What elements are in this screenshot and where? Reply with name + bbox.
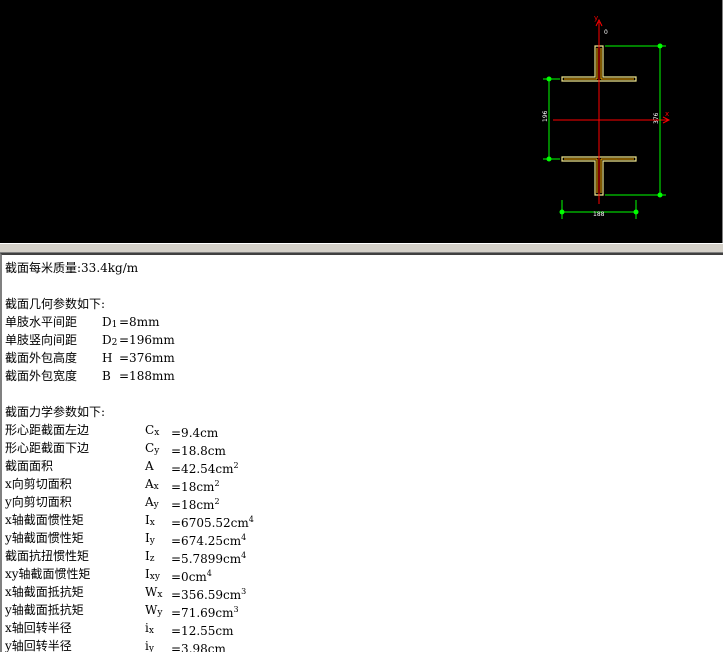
param-value: =196mm <box>119 333 175 347</box>
unit-exponent: 2 <box>233 461 239 470</box>
drawing-canvas[interactable]: y x 0 196 376 188 <box>0 0 723 243</box>
param-name: x轴截面抵抗矩 <box>5 585 84 599</box>
symbol-letter: B <box>102 369 111 383</box>
results-text-pane[interactable]: 截面每米质量:33.4kg/m 截面几何参数如下: 单肢水平间距 D1 =8mm 单肢… <box>0 253 723 652</box>
unit-exponent: 4 <box>248 515 254 524</box>
symbol-subscript: z <box>149 554 155 564</box>
unit-exponent: 4 <box>206 569 212 578</box>
mass-line: 截面每米质量:33.4kg/m <box>5 261 139 275</box>
dimension-lines <box>543 45 666 219</box>
symbol-subscript: y <box>157 608 163 618</box>
symbol-subscript: 2 <box>111 338 118 348</box>
param-name: 形心距截面左边 <box>5 423 90 437</box>
symbol-subscript: y <box>154 446 160 456</box>
param-name: 截面外包宽度 <box>5 369 78 383</box>
symbol-letter: C <box>145 423 155 437</box>
value-text: =674.25cm <box>171 534 242 548</box>
symbol-subscript: xy <box>149 572 160 582</box>
unit-exponent: 4 <box>241 551 247 560</box>
unit-exponent: 4 <box>241 533 247 542</box>
symbol-subscript: x <box>149 518 155 528</box>
symbol-letter: W <box>145 603 158 617</box>
value-text: =18.8cm <box>171 444 226 458</box>
section-drawing: y x 0 196 376 188 <box>542 14 671 219</box>
value-text: =18cm <box>171 498 215 512</box>
symbol-letter: A <box>145 495 154 509</box>
param-name: 截面外包高度 <box>5 351 78 365</box>
param-name: y轴回转半径 <box>5 639 72 652</box>
param-name: y轴截面抵抗矩 <box>5 603 84 617</box>
symbol-subscript: x <box>148 626 154 636</box>
symbol-subscript: x <box>154 428 160 438</box>
symbol-letter: D <box>102 333 112 347</box>
dim-right-label: 376 <box>653 112 660 124</box>
pane-splitter[interactable] <box>0 243 723 253</box>
param-name: x轴回转半径 <box>5 621 72 635</box>
param-name: 形心距截面下边 <box>5 441 90 455</box>
symbol-letter: A <box>145 459 154 473</box>
symbol-letter: H <box>102 351 113 365</box>
param-symbol: B <box>102 367 111 388</box>
dim-bottom-label: 188 <box>593 211 605 218</box>
param-name: 截面抗扭惯性矩 <box>5 549 90 563</box>
param-name: 单肢水平间距 <box>5 315 78 329</box>
symbol-subscript: y <box>148 644 154 652</box>
param-symbol: iy <box>145 637 154 652</box>
param-name: xy轴截面惯性矩 <box>5 567 91 581</box>
value-text: =3.98cm <box>171 642 226 652</box>
value-text: =9.4cm <box>171 426 219 440</box>
param-name: x向剪切面积 <box>5 477 72 491</box>
param-value: =3.98cm <box>171 637 226 652</box>
unit-exponent: 2 <box>214 479 220 488</box>
unit-exponent: 3 <box>241 587 247 596</box>
value-text: =18cm <box>171 480 215 494</box>
value-text: =12.55cm <box>171 624 234 638</box>
param-value: =8mm <box>119 315 160 329</box>
symbol-subscript: x <box>157 590 163 600</box>
mechanics-heading: 截面力学参数如下: <box>5 405 106 419</box>
param-name: 单肢竖向间距 <box>5 333 78 347</box>
origin-label: 0 <box>604 29 608 36</box>
symbol-letter: A <box>145 477 154 491</box>
dim-left-label: 196 <box>542 110 549 122</box>
unit-exponent: 3 <box>233 605 239 614</box>
axis-x-label: x <box>665 110 669 118</box>
param-value: =376mm <box>119 351 175 365</box>
dimension-ticks <box>546 43 663 215</box>
geometry-heading: 截面几何参数如下: <box>5 297 106 311</box>
axis-y-label: y <box>594 14 598 22</box>
param-name: y向剪切面积 <box>5 495 72 509</box>
value-text: =42.54cm <box>171 462 234 476</box>
centroid-axes <box>553 18 671 204</box>
param-name: 截面面积 <box>5 459 54 473</box>
param-name: y轴截面惯性矩 <box>5 531 84 545</box>
symbol-subscript: y <box>153 500 159 510</box>
unit-exponent: 2 <box>214 497 220 506</box>
symbol-subscript: y <box>149 536 155 546</box>
symbol-letter: C <box>145 441 155 455</box>
value-text: =5.7899cm <box>171 552 242 566</box>
param-name: x轴截面惯性矩 <box>5 513 84 527</box>
symbol-letter: D <box>102 315 112 329</box>
value-text: =356.59cm <box>171 588 242 602</box>
symbol-subscript: x <box>153 482 159 492</box>
symbol-subscript: 1 <box>111 320 118 330</box>
value-text: =71.69cm <box>171 606 234 620</box>
value-text: =6705.52cm <box>171 516 249 530</box>
value-text: =0cm <box>171 570 207 584</box>
symbol-letter: W <box>145 585 158 599</box>
param-value: =188mm <box>119 369 175 383</box>
